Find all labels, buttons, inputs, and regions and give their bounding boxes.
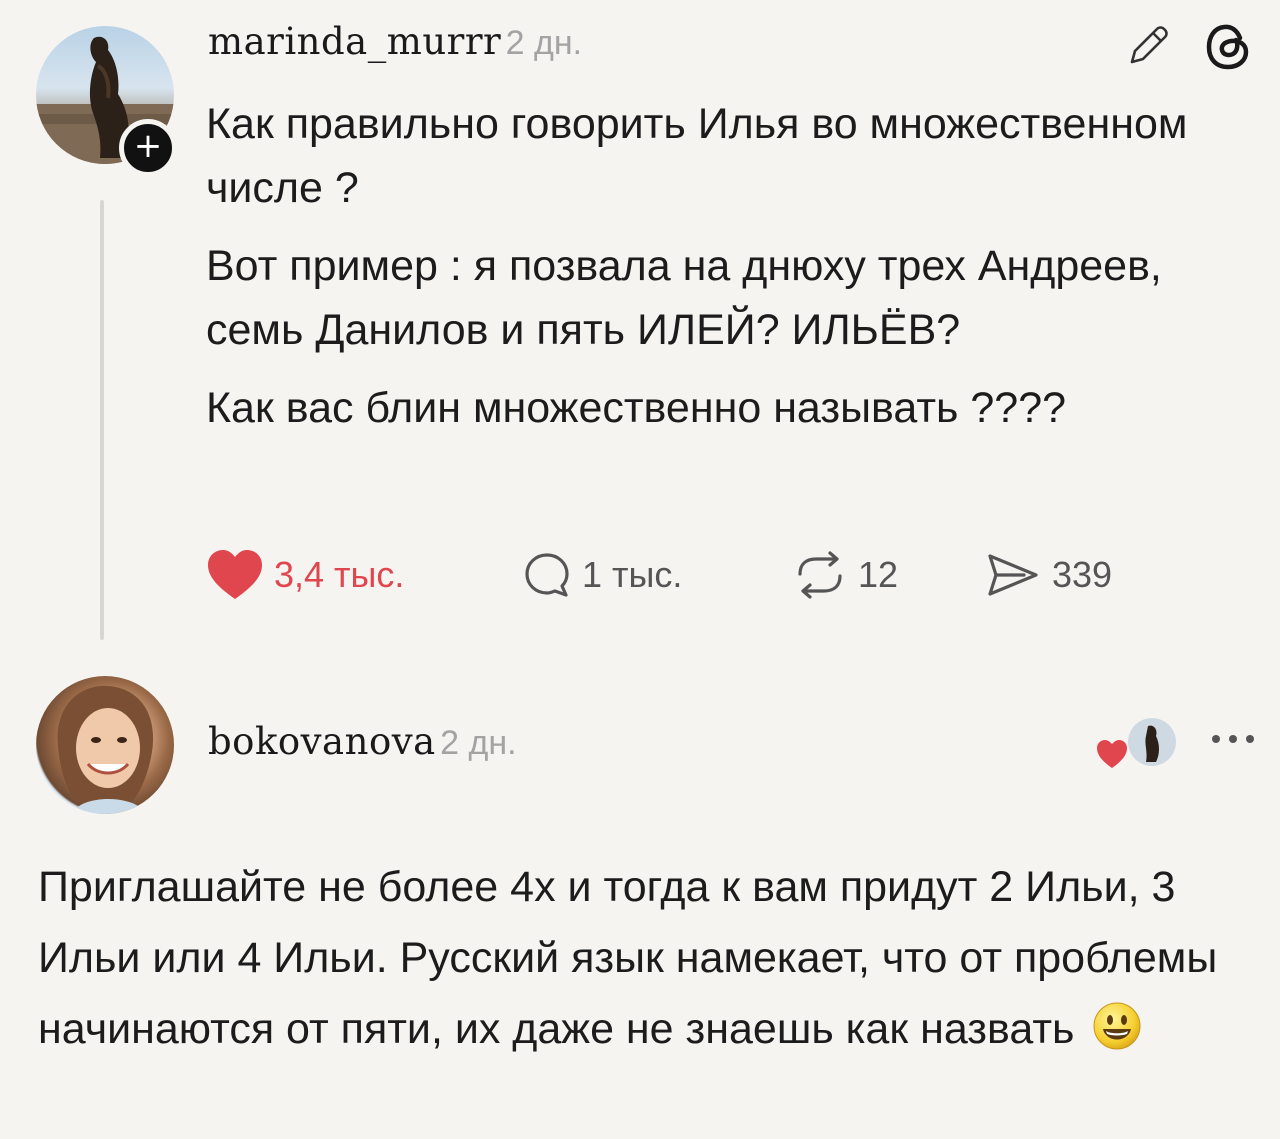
share-count: 339 — [1052, 554, 1113, 595]
thread-connector-line — [100, 200, 104, 640]
comment-button[interactable]: 1 тыс. — [522, 546, 682, 604]
post-body: Как правильно говорить Илья во множестве… — [206, 92, 1226, 454]
reply-text: Приглашайте не более 4х и тогда к вам пр… — [38, 863, 1218, 1053]
post-paragraph: Как правильно говорить Илья во множестве… — [206, 100, 1188, 212]
post-paragraph: Как вас блин множественно называть ???? — [206, 384, 1067, 432]
post-header: marinda_murrr 2 дн. — [208, 20, 582, 63]
comment-count: 1 тыс. — [582, 554, 683, 595]
ellipsis-icon[interactable] — [1206, 724, 1260, 754]
follow-plus-button[interactable]: + — [119, 119, 177, 177]
send-icon — [988, 554, 1038, 596]
pencil-icon[interactable] — [1122, 20, 1174, 72]
threads-logo-icon[interactable] — [1202, 18, 1254, 74]
smiley-emoji — [1093, 1002, 1141, 1050]
reply-time: 2 дн. — [440, 724, 517, 762]
post-time: 2 дн. — [505, 24, 583, 62]
reply-author-avatar[interactable] — [36, 676, 174, 814]
like-count: 3,4 тыс. — [274, 554, 405, 595]
reply-header: bokovanova 2 дн. — [208, 720, 517, 763]
like-button[interactable]: 3,4 тыс. — [206, 546, 404, 604]
repost-button[interactable]: 12 — [792, 546, 898, 604]
speech-bubble-icon — [525, 553, 569, 597]
liked-by-author-badge — [1096, 716, 1180, 772]
heart-icon — [208, 550, 262, 599]
reply-author-username[interactable]: bokovanova — [208, 720, 436, 763]
reply-body: Приглашайте не более 4х и тогда к вам пр… — [38, 852, 1248, 1065]
author-username[interactable]: marinda_murrr — [208, 20, 501, 63]
repost-count: 12 — [858, 554, 899, 595]
repost-arrows-icon — [798, 551, 842, 599]
share-button[interactable]: 339 — [984, 546, 1112, 604]
post-paragraph: Вот пример : я позвала на днюху трех Анд… — [206, 242, 1162, 354]
avatar-photo — [57, 685, 154, 814]
